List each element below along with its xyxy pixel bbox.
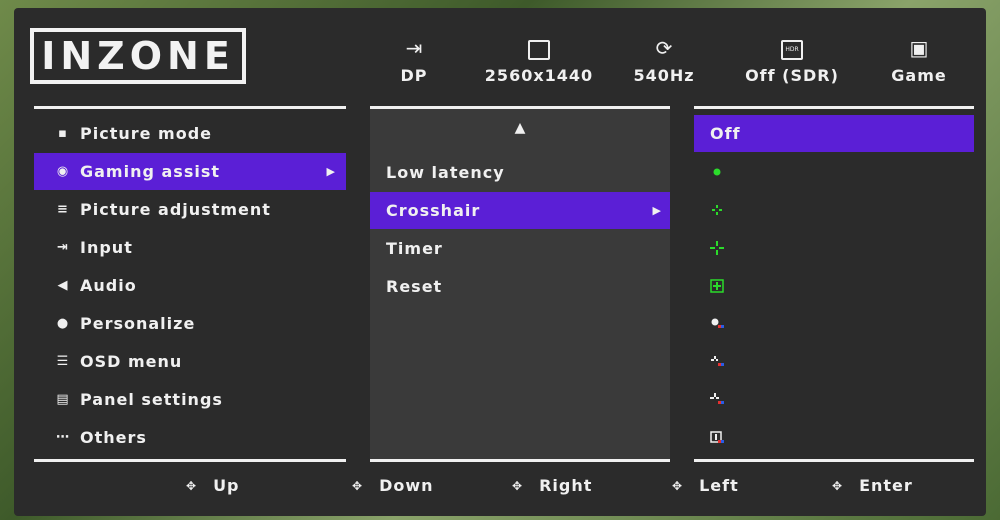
person-icon: ● [56,316,70,331]
chevron-right-icon: ▶ [326,165,336,178]
divider [694,106,974,109]
picture-mode-icon: ▪ [58,126,68,141]
menu-item-gaming-assist[interactable]: ◉ Gaming assist ▶ [34,153,346,190]
option-crosshair-3[interactable] [694,229,974,266]
divider [370,459,670,462]
status-refresh-label: 540Hz [633,66,695,85]
menu-item-picture-adjustment[interactable]: ≡ Picture adjustment [34,191,346,228]
resolution-icon [479,36,599,60]
picture-icon: ▣ [909,36,929,60]
option-crosshair-4[interactable] [694,267,974,304]
menu-item-personalize[interactable]: ● Personalize [34,305,346,342]
footer-up-button[interactable]: ✥ Up [186,476,240,495]
status-hdr-label: Off (SDR) [745,66,839,85]
panel-icon: ▤ [56,392,70,407]
menu-item-input[interactable]: ⇥ Input [34,229,346,266]
green-boxed-cross-icon [710,278,724,293]
white-dot-color-icon [711,318,724,328]
gamepad-icon: ◉ [56,164,70,179]
footer-enter-button[interactable]: ✥ Enter [832,476,913,495]
joystick-press-icon: ✥ [832,478,844,493]
footer-nav: ✥ Up ✥ Down ✥ Right ✥ Left ✥ Enter [14,476,986,506]
green-large-cross-icon [710,240,724,255]
white-boxed-cross-color-icon [710,430,724,443]
divider [34,106,346,109]
option-crosshair-8[interactable] [694,419,974,456]
adjust-icon: ≡ [57,202,69,217]
status-refresh: ⟳ 540Hz [604,36,724,85]
list-icon: ☰ [56,354,70,369]
green-dot-crosshair-icon [713,168,721,175]
submenu-item-low-latency[interactable]: Low latency [370,154,670,191]
options-list: Off [694,106,974,462]
footer-right-button[interactable]: ✥ Right [512,476,592,495]
hdr-icon: HDR [732,36,852,60]
joystick-up-icon: ✥ [186,478,198,493]
status-input: ⇥ DP [354,36,474,85]
menu-item-picture-mode[interactable]: ▪ Picture mode [34,115,346,152]
green-small-cross-icon [712,204,722,215]
footer-left-button[interactable]: ✥ Left [672,476,739,495]
option-crosshair-7[interactable] [694,381,974,418]
submenu: ▲ Low latency Crosshair ▶ Timer Reset [370,106,670,462]
status-picture: ▣ Game [859,36,979,85]
option-crosshair-2[interactable] [694,191,974,228]
refresh-icon: ⟳ [655,36,673,60]
submenu-item-reset[interactable]: Reset [370,268,670,305]
status-resolution-label: 2560x1440 [484,66,594,85]
status-picture-label: Game [891,66,947,85]
status-input-label: DP [400,66,428,85]
divider [34,459,346,462]
divider [370,106,670,109]
joystick-down-icon: ✥ [352,478,364,493]
osd-panel: INZONE ⇥ DP 2560x1440 ⟳ 540Hz HDR Off (S… [14,8,986,516]
submenu-item-crosshair[interactable]: Crosshair ▶ [370,192,670,229]
menu-item-audio[interactable]: ◀ Audio [34,267,346,304]
status-hdr: HDR Off (SDR) [732,36,852,85]
menu-item-osd-menu[interactable]: ☰ OSD menu [34,343,346,380]
option-crosshair-6[interactable] [694,343,974,380]
white-small-cross-color-icon [711,355,724,366]
menu-item-panel-settings[interactable]: ▤ Panel settings [34,381,346,418]
option-crosshair-5[interactable] [694,305,974,342]
menu-item-others[interactable]: ⋯ Others [34,419,346,456]
white-large-cross-color-icon [710,392,724,404]
option-crosshair-1[interactable] [694,153,974,190]
joystick-left-icon: ✥ [672,478,684,493]
status-resolution: 2560x1440 [479,36,599,85]
divider [694,459,974,462]
main-menu: ▪ Picture mode ◉ Gaming assist ▶ ≡ Picture a… [34,106,346,462]
inzone-logo: INZONE [30,28,246,84]
footer-down-button[interactable]: ✥ Down [352,476,434,495]
speaker-icon: ◀ [57,278,69,293]
chevron-right-icon: ▶ [652,204,662,217]
scroll-up-icon[interactable]: ▲ [370,120,670,136]
input-icon: ⇥ [405,36,423,60]
input-icon: ⇥ [57,240,69,255]
joystick-right-icon: ✥ [512,478,524,493]
dots-icon: ⋯ [56,430,70,445]
option-off[interactable]: Off [694,115,974,152]
submenu-item-timer[interactable]: Timer [370,230,670,267]
